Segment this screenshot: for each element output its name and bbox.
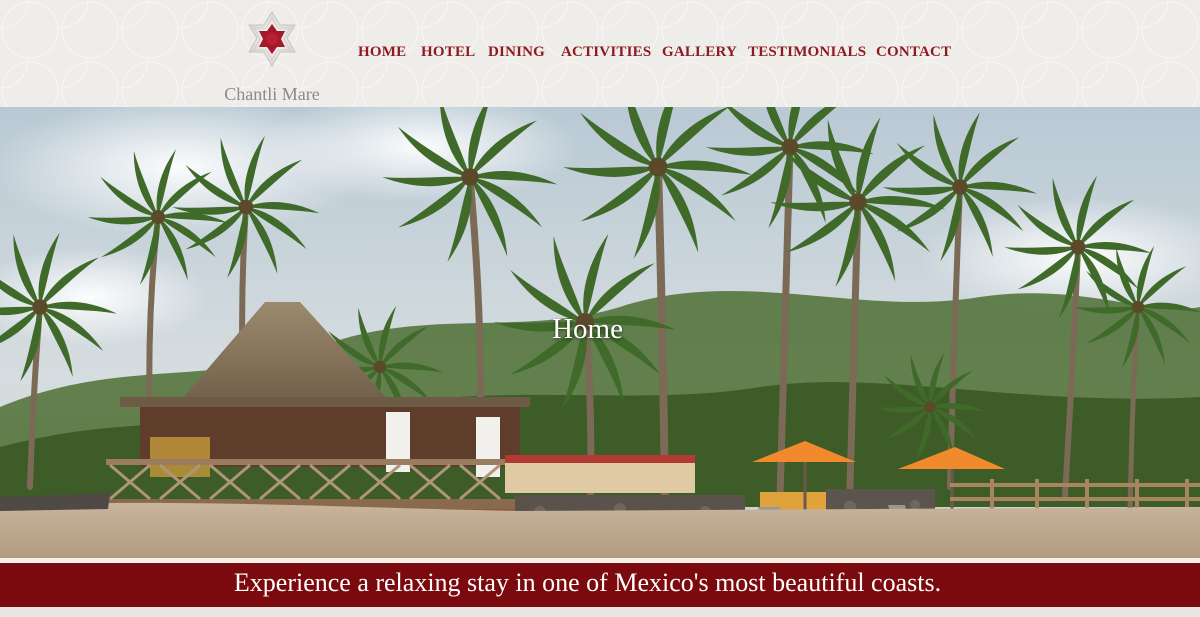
nav-home[interactable]: HOME: [358, 44, 406, 61]
main-nav: HOME HOTEL DINING ACTIVITIES GALLERY TES…: [0, 44, 1200, 64]
nav-gallery[interactable]: GALLERY: [662, 44, 737, 61]
hero-section: Home: [0, 107, 1200, 558]
footer-strip: [0, 607, 1200, 617]
site-header: Chantli Mare HOME HOTEL DINING ACTIVITIE…: [0, 0, 1200, 107]
tagline-banner: Experience a relaxing stay in one of Mex…: [0, 563, 1200, 607]
nav-contact[interactable]: CONTACT: [876, 44, 951, 61]
nav-activities[interactable]: ACTIVITIES: [561, 44, 651, 61]
tagline-text: Experience a relaxing stay in one of Mex…: [233, 568, 942, 597]
brand-name: Chantli Mare: [224, 84, 320, 104]
hero-title: Home: [552, 313, 623, 345]
nav-hotel[interactable]: HOTEL: [421, 44, 475, 61]
nav-testimonials[interactable]: TESTIMONIALS: [748, 44, 866, 61]
nav-dining[interactable]: DINING: [488, 44, 545, 61]
